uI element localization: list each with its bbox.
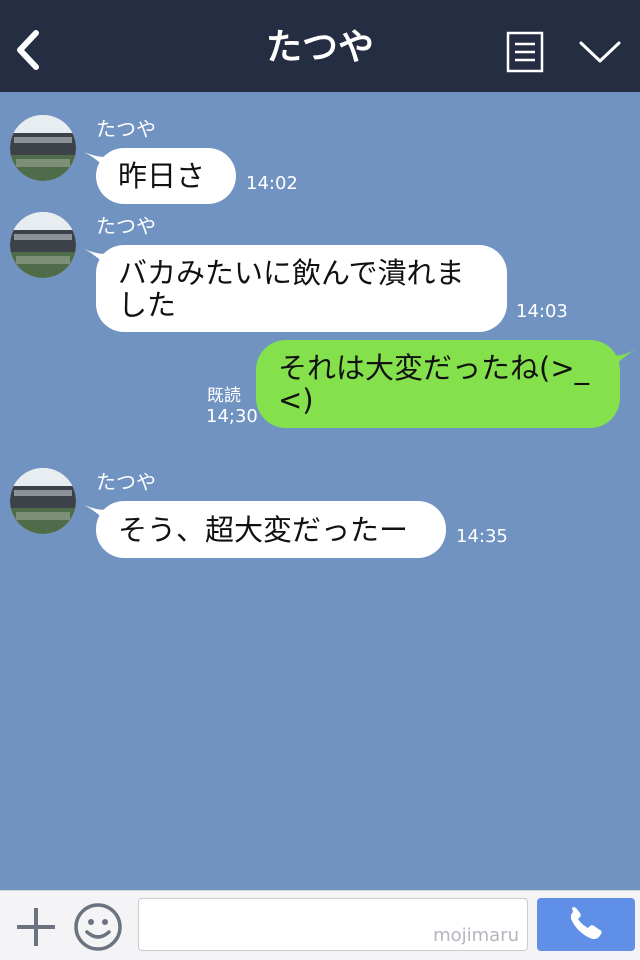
message-time: 14:02: [246, 173, 298, 194]
read-receipt: 既読: [207, 386, 241, 406]
message-time: 14:35: [456, 526, 508, 547]
message-input[interactable]: mojimaru: [138, 898, 528, 951]
avatar[interactable]: [10, 115, 76, 181]
list-icon: [506, 31, 544, 73]
plus-icon: [17, 908, 55, 946]
message-time: 14;30: [206, 406, 258, 427]
message-bubble[interactable]: バカみたいに飲んで潰れま した: [96, 245, 507, 332]
chat-area[interactable]: たつや 昨日さ 14:02 たつや バカみたいに飲んで潰れま した 14:03 …: [0, 92, 640, 890]
message-text-line: それは大変だったね(>_: [278, 351, 590, 385]
avatar-photo: [10, 468, 76, 534]
chat-title: たつや: [265, 27, 374, 68]
sender-name: たつや: [96, 470, 156, 494]
avatar[interactable]: [10, 212, 76, 278]
collapse-button[interactable]: [576, 36, 624, 68]
message-bubble[interactable]: 昨日さ: [96, 148, 236, 204]
message-bubble[interactable]: そう、超大変だったー: [96, 501, 446, 558]
message-bubble[interactable]: それは大変だったね(>_ <): [256, 340, 620, 428]
watermark: mojimaru: [433, 925, 519, 946]
input-bar: mojimaru: [0, 890, 640, 960]
message-text: 昨日さ: [118, 159, 206, 193]
add-button[interactable]: [14, 905, 58, 949]
chat-header: たつや: [0, 0, 640, 92]
avatar-photo: [10, 212, 76, 278]
message-text-line: バカみたいに飲んで潰れま: [118, 255, 465, 290]
smiley-icon: [74, 903, 122, 951]
sender-name: たつや: [96, 214, 156, 238]
menu-button[interactable]: [506, 31, 544, 73]
chevron-down-icon: [579, 41, 621, 63]
phone-icon: [570, 907, 602, 940]
message-text-line: した: [118, 287, 177, 322]
sender-name: たつや: [96, 117, 156, 141]
message-time: 14:03: [516, 301, 568, 322]
avatar[interactable]: [10, 468, 76, 534]
emoji-button[interactable]: [73, 902, 123, 952]
message-text-line: <): [278, 383, 314, 417]
call-button[interactable]: [537, 898, 635, 951]
avatar-photo: [10, 115, 76, 181]
message-text: そう、超大変だったー: [118, 512, 409, 547]
